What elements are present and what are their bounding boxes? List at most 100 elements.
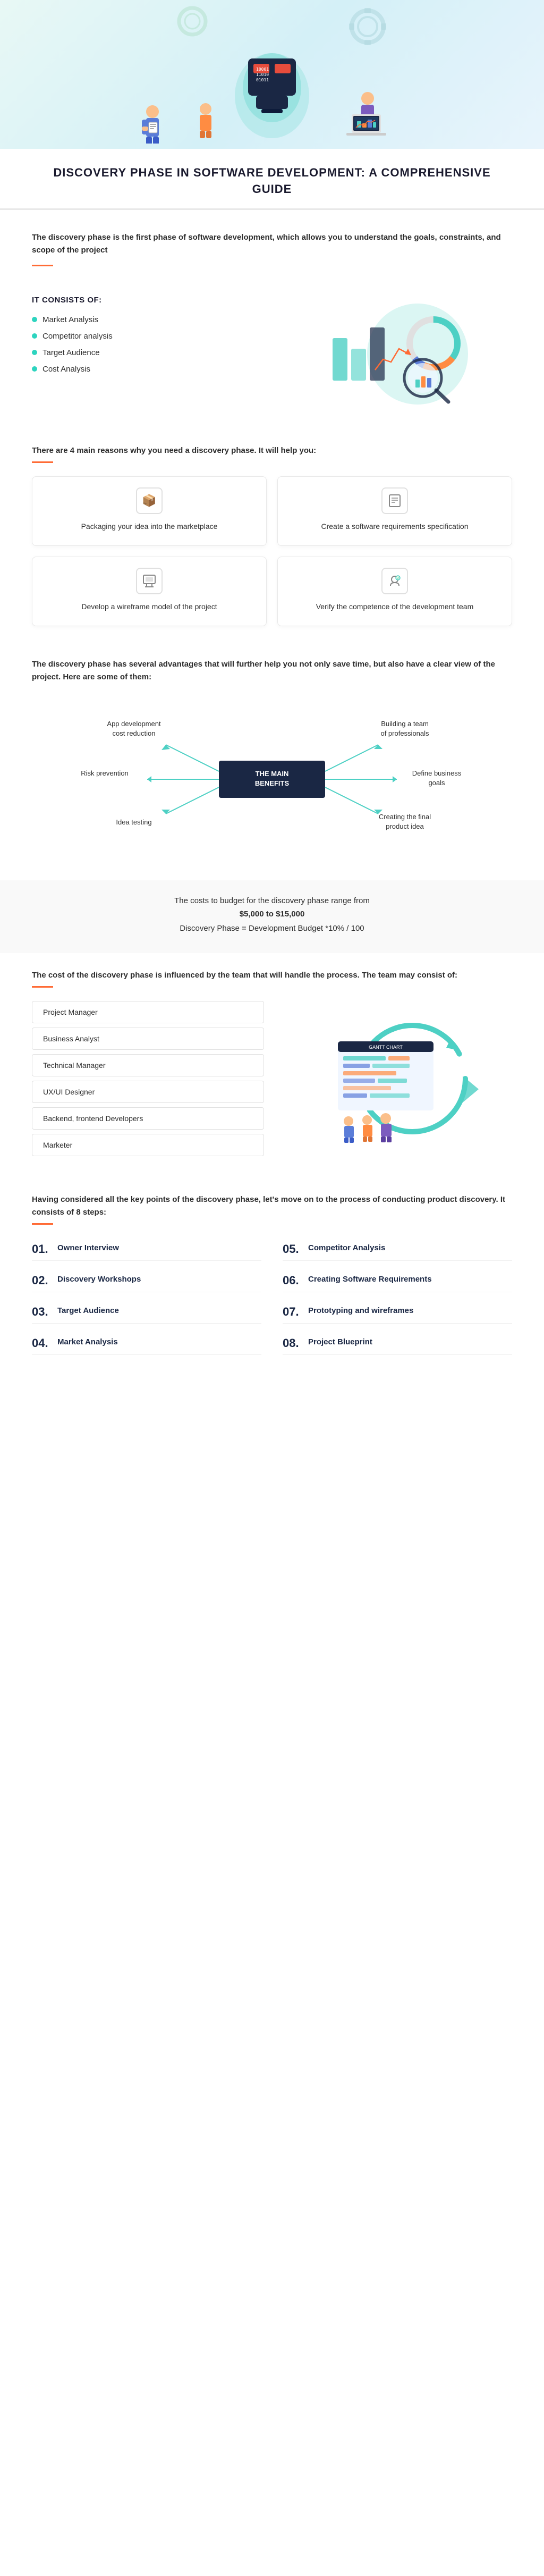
svg-text:11010: 11010	[256, 72, 269, 77]
reason-icon-2	[381, 487, 408, 514]
svg-text:✓: ✓	[397, 577, 400, 580]
steps-intro: Having considered all the key points of …	[32, 1193, 512, 1219]
team-item-6: Marketer	[32, 1134, 264, 1156]
team-item-4: UX/UI Designer	[32, 1081, 264, 1103]
reason-icon-4: ✓	[381, 568, 408, 594]
svg-text:THE MAIN: THE MAIN	[256, 770, 289, 778]
reason-card-1: 📦 Packaging your idea into the marketpla…	[32, 476, 267, 546]
list-item: Target Audience	[32, 348, 264, 357]
step-number-4: 04.	[32, 1336, 51, 1350]
reason-label-3: Develop a wireframe model of the project	[81, 601, 217, 612]
team-content: Project Manager Business Analyst Technic…	[32, 1001, 512, 1156]
step-info-7: Prototyping and wireframes	[308, 1305, 413, 1315]
reason-label-2: Create a software requirements specifica…	[321, 520, 468, 532]
consists-illustration	[280, 296, 512, 413]
svg-text:Creating the final: Creating the final	[379, 813, 431, 821]
step-number-8: 08.	[283, 1336, 302, 1350]
step-title-2: Discovery Workshops	[57, 1275, 141, 1284]
step-title-8: Project Blueprint	[308, 1337, 372, 1346]
svg-text:App development: App development	[107, 720, 161, 728]
reasons-section: There are 4 main reasons why you need a …	[0, 434, 544, 648]
team-item-2: Business Analyst	[32, 1028, 264, 1050]
svg-text:goals: goals	[428, 779, 445, 787]
reasons-intro: There are 4 main reasons why you need a …	[32, 444, 512, 457]
step-item-7: 07. Prototyping and wireframes	[283, 1301, 512, 1324]
steps-grid: 01. Owner Interview 05. Competitor Analy…	[32, 1238, 512, 1355]
step-title-6: Creating Software Requirements	[308, 1275, 432, 1284]
svg-text:cost reduction: cost reduction	[113, 729, 156, 737]
reason-label-1: Packaging your idea into the marketplace	[81, 520, 218, 532]
cost-text: The costs to budget for the discovery ph…	[32, 896, 512, 905]
hero-section: 10001 11010 01011	[0, 0, 544, 149]
step-info-4: Market Analysis	[57, 1336, 118, 1346]
step-number-3: 03.	[32, 1305, 51, 1319]
team-illustration: GANTT CHART	[280, 1009, 512, 1148]
svg-text:10001: 10001	[256, 67, 269, 72]
step-title-7: Prototyping and wireframes	[308, 1306, 413, 1315]
cost-formula: Discovery Phase = Development Budget *10…	[32, 924, 512, 933]
step-title-4: Market Analysis	[57, 1337, 118, 1346]
cost-section: The costs to budget for the discovery ph…	[0, 880, 544, 953]
svg-text:BENEFITS: BENEFITS	[255, 779, 290, 787]
step-info-2: Discovery Workshops	[57, 1274, 141, 1284]
step-item-8: 08. Project Blueprint	[283, 1332, 512, 1355]
consists-list: Market Analysis Competitor analysis Targ…	[32, 315, 264, 374]
step-title-5: Competitor Analysis	[308, 1243, 385, 1252]
svg-text:Define business: Define business	[412, 769, 462, 777]
benefits-intro: The discovery phase has several advantag…	[32, 658, 512, 684]
page-title: DISCOVERY PHASE IN SOFTWARE DEVELOPMENT:…	[32, 165, 512, 198]
step-info-5: Competitor Analysis	[308, 1242, 385, 1252]
list-item: Cost Analysis	[32, 365, 264, 374]
consists-left: IT CONSISTS OF: Market Analysis Competit…	[32, 296, 264, 374]
team-item-3: Technical Manager	[32, 1054, 264, 1076]
reason-label-4: Verify the competence of the development…	[316, 601, 474, 612]
step-num-label-1: 01.	[32, 1242, 48, 1256]
step-info-3: Target Audience	[57, 1305, 119, 1315]
title-section: DISCOVERY PHASE IN SOFTWARE DEVELOPMENT:…	[0, 149, 544, 210]
reason-icon-1: 📦	[136, 487, 163, 514]
benefits-section: The discovery phase has several advantag…	[0, 647, 544, 880]
team-divider	[32, 986, 53, 988]
team-list: Project Manager Business Analyst Technic…	[32, 1001, 264, 1156]
list-item: Competitor analysis	[32, 332, 264, 341]
step-item-1: 01. Owner Interview	[32, 1238, 261, 1261]
intro-section: The discovery phase is the first phase o…	[0, 221, 544, 290]
step-number-2: 02.	[32, 1274, 51, 1287]
steps-section: Having considered all the key points of …	[0, 1177, 544, 1376]
bullet-dot	[32, 333, 37, 339]
svg-text:of professionals: of professionals	[380, 729, 429, 737]
svg-text:01011: 01011	[256, 78, 269, 82]
list-item: Market Analysis	[32, 315, 264, 324]
reasons-grid: 📦 Packaging your idea into the marketpla…	[32, 476, 512, 627]
step-title-1: Owner Interview	[57, 1243, 119, 1252]
step-info-6: Creating Software Requirements	[308, 1274, 432, 1284]
reasons-divider	[32, 461, 53, 463]
bullet-dot	[32, 350, 37, 355]
reason-card-3: Develop a wireframe model of the project	[32, 557, 267, 626]
reason-card-2: Create a software requirements specifica…	[277, 476, 512, 546]
cost-range: $5,000 to $15,000	[32, 910, 512, 919]
team-intro: The cost of the discovery phase is influ…	[32, 969, 512, 982]
hero-illustration: 10001 11010 01011	[0, 0, 544, 149]
team-item-1: Project Manager	[32, 1001, 264, 1023]
benefits-diagram: THE MAIN BENEFITS App development cost r…	[32, 700, 512, 859]
step-item-4: 04. Market Analysis	[32, 1332, 261, 1355]
reason-card-4: ✓ Verify the competence of the developme…	[277, 557, 512, 626]
consists-heading: IT CONSISTS OF:	[32, 296, 264, 305]
team-item-5: Backend, frontend Developers	[32, 1107, 264, 1130]
step-number-6: 06.	[283, 1274, 302, 1287]
intro-text: The discovery phase is the first phase o…	[32, 231, 512, 257]
reason-icon-3	[136, 568, 163, 594]
svg-text:GANTT CHART: GANTT CHART	[369, 1045, 403, 1050]
step-item-3: 03. Target Audience	[32, 1301, 261, 1324]
svg-text:product idea: product idea	[386, 822, 424, 830]
step-item-6: 06. Creating Software Requirements	[283, 1269, 512, 1292]
bullet-dot	[32, 366, 37, 372]
svg-text:Risk prevention: Risk prevention	[81, 769, 129, 777]
svg-text:Building a team: Building a team	[381, 720, 429, 728]
team-section: The cost of the discovery phase is influ…	[0, 953, 544, 1177]
steps-divider	[32, 1223, 53, 1225]
consists-section: IT CONSISTS OF: Market Analysis Competit…	[0, 290, 544, 434]
step-title-3: Target Audience	[57, 1306, 119, 1315]
divider	[32, 265, 53, 266]
